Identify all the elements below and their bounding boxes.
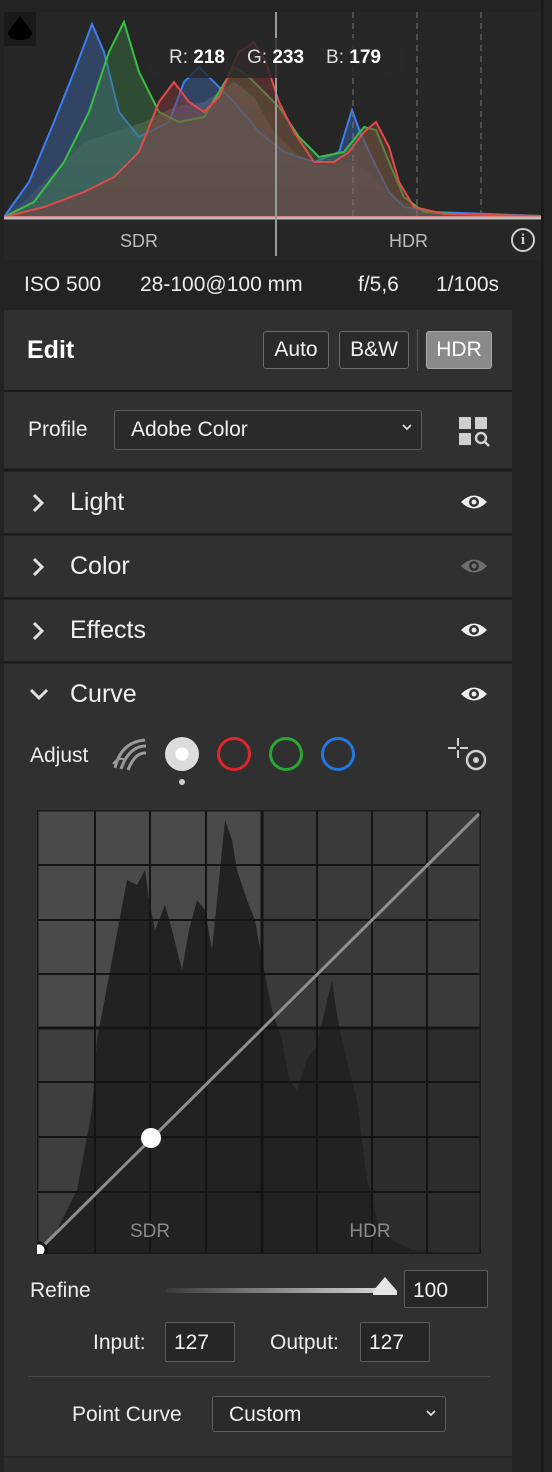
blue-channel-button[interactable] [321, 737, 355, 771]
section-color[interactable]: Color [4, 536, 512, 597]
curve-sdr-label: SDR [130, 1221, 170, 1242]
sdr-zone-label: SDR [120, 231, 159, 251]
section-light-label: Light [70, 488, 125, 516]
profile-value: Adobe Color [131, 418, 248, 441]
section-light[interactable]: Light [4, 472, 512, 533]
tone-curve-graph[interactable]: SDR HDR [37, 810, 481, 1254]
targeted-adjustment-icon[interactable] [446, 736, 488, 778]
curve-hdr-label: HDR [349, 1221, 390, 1242]
separator [4, 597, 512, 599]
eye-icon[interactable] [459, 554, 489, 578]
chevron-down-icon[interactable] [28, 686, 50, 702]
input-field[interactable]: 127 [165, 1322, 235, 1362]
iso-value: ISO 500 [24, 273, 102, 296]
chevron-right-icon [32, 557, 45, 577]
chevron-down-icon [402, 424, 412, 431]
next-section-edge [4, 1458, 512, 1472]
profile-row: Profile Adobe Color [4, 392, 512, 468]
edit-header: Edit Auto B&W HDR [4, 310, 512, 390]
g-label: G: [247, 47, 268, 68]
separator [4, 661, 512, 663]
output-field[interactable]: 127 [360, 1322, 430, 1362]
curve-point-black[interactable] [37, 1241, 48, 1254]
chevron-right-icon [32, 621, 45, 641]
highlight-clipping-icon[interactable] [4, 12, 36, 46]
output-label: Output: [270, 1331, 339, 1354]
section-curve-label[interactable]: Curve [70, 680, 137, 709]
section-effects[interactable]: Effects [4, 600, 512, 661]
separator [4, 469, 512, 471]
rgb-readout: R: 218 G: 233 B: 179 [144, 38, 406, 78]
chevron-right-icon [32, 493, 45, 513]
adjust-label: Adjust [30, 744, 89, 767]
eye-icon[interactable] [459, 618, 489, 642]
section-color-label: Color [70, 552, 130, 580]
separator [4, 533, 512, 535]
aperture-value: f/5,6 [358, 273, 399, 296]
refine-field[interactable]: 100 [404, 1270, 488, 1308]
point-curve-dropdown[interactable]: Custom [212, 1396, 446, 1432]
panel-scrollbar[interactable] [541, 0, 544, 1472]
profile-label: Profile [28, 418, 88, 441]
eye-icon[interactable] [459, 490, 489, 514]
g-value: 233 [272, 47, 305, 68]
point-curve-label: Point Curve [72, 1403, 182, 1426]
r-value: 218 [193, 47, 225, 68]
bw-button[interactable]: B&W [339, 331, 409, 369]
hdr-zone-label: HDR [389, 231, 428, 251]
curve-point-midtone[interactable] [141, 1128, 161, 1148]
parametric-curve-icon[interactable] [111, 736, 149, 772]
eye-icon[interactable] [459, 682, 489, 706]
info-icon[interactable]: i [511, 228, 535, 252]
separator [4, 390, 512, 392]
shutter-value: 1/100s [436, 273, 500, 296]
r-label: R: [169, 47, 189, 68]
histogram[interactable]: R: 218 G: 233 B: 179 SDR HDR i [4, 12, 541, 260]
profile-dropdown[interactable]: Adobe Color [114, 410, 422, 450]
auto-button[interactable]: Auto [263, 331, 329, 369]
chevron-down-icon [426, 1410, 436, 1417]
b-label: B: [326, 47, 344, 68]
input-label: Input: [93, 1331, 146, 1354]
point-curve-value: Custom [229, 1403, 302, 1426]
curve-divider [28, 1376, 490, 1377]
refine-label: Refine [30, 1279, 91, 1302]
point-channel-button[interactable] [165, 737, 199, 771]
section-effects-label: Effects [70, 616, 146, 644]
green-channel-button[interactable] [269, 737, 303, 771]
refine-slider-thumb[interactable] [371, 1275, 399, 1297]
lens-value: 28-100@100 mm [140, 273, 303, 296]
refine-slider[interactable] [166, 1288, 386, 1293]
edit-title: Edit [27, 336, 75, 364]
profile-browser-icon[interactable] [459, 417, 491, 447]
mode-separator [417, 329, 418, 371]
hdr-button[interactable]: HDR [426, 331, 492, 369]
selected-channel-indicator [179, 779, 185, 785]
b-value: 179 [349, 47, 381, 68]
section-curve: Curve Adjust SDR HDR Refine 100 Input: 1… [4, 664, 512, 1456]
exif-bar: ISO 500 28-100@100 mm f/5,6 1/100s [4, 262, 541, 308]
red-channel-button[interactable] [217, 737, 251, 771]
